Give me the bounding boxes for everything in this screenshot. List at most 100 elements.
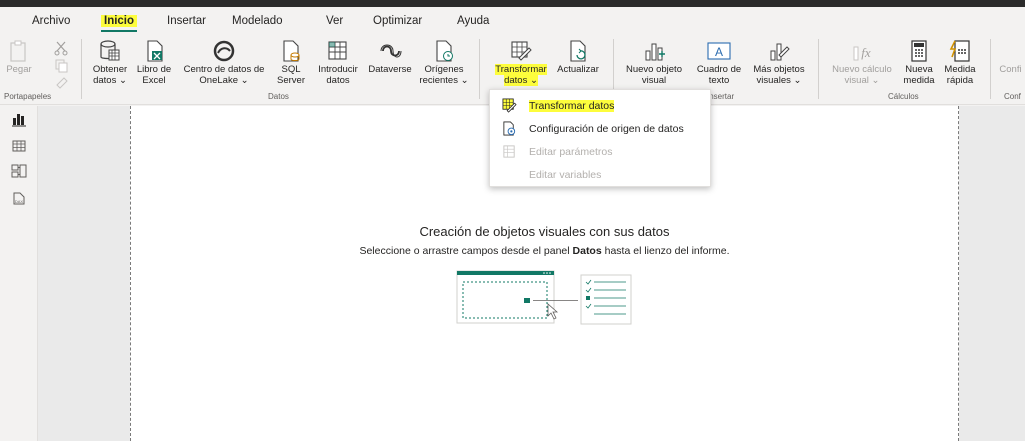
transform-data-label-1: Transformar (495, 64, 547, 75)
text-box-label-2: texto (708, 75, 730, 86)
quick-measure-label-1: Medida (944, 64, 976, 75)
text-box-button[interactable]: A Cuadro de texto (690, 37, 748, 89)
tab-ayuda[interactable]: Ayuda (457, 15, 489, 27)
dax-query-view-icon[interactable]: DAX (11, 190, 27, 206)
enter-data-button[interactable]: Introducir datos (312, 37, 364, 89)
config-label: Confi (999, 64, 1022, 75)
new-calc-label-2: visual ⌄ (844, 75, 880, 86)
refresh-button[interactable]: Actualizar (554, 37, 602, 89)
empty-state-subtitle: Seleccione o arrastre campos desde el pa… (131, 245, 958, 257)
dataverse-label: Dataverse (368, 64, 412, 75)
onelake-label-2: OneLake ⌄ (199, 75, 249, 86)
model-view-icon[interactable] (11, 163, 27, 179)
database-icon (88, 37, 132, 64)
new-measure-label-2: medida (903, 75, 935, 86)
menu-item-edit-variables-label: Editar variables (529, 169, 602, 181)
menu-item-edit-parameters[interactable]: Editar parámetros (490, 141, 710, 163)
visual-calc-icon: fx (826, 37, 898, 64)
config-button[interactable]: Confi (996, 37, 1025, 89)
menu-item-edit-variables[interactable]: Editar variables (490, 164, 710, 186)
quick-measure-icon (940, 37, 980, 64)
group-label-config: Conf (1004, 92, 1021, 101)
tab-archivo[interactable]: Archivo (32, 15, 70, 27)
clipboard-small-actions (52, 39, 70, 91)
report-view-icon[interactable] (11, 111, 27, 127)
more-visuals-icon (748, 37, 810, 64)
group-label-portapapeles: Portapapeles (4, 92, 52, 101)
tab-inicio-label: Inicio (101, 15, 138, 27)
subtitle-text-1: Seleccione o arrastre campos desde el pa… (359, 245, 573, 257)
active-tab-indicator (101, 30, 138, 32)
tab-ver[interactable]: Ver (326, 15, 343, 27)
transform-data-label-2: datos ⌄ (504, 75, 538, 86)
table-icon (312, 37, 364, 64)
table-view-icon[interactable] (11, 138, 27, 154)
bar-chart-icon (620, 37, 688, 64)
sql-server-icon (272, 37, 310, 64)
group-separator (818, 39, 819, 99)
more-visuals-button[interactable]: Más objetos visuales ⌄ (748, 37, 810, 89)
view-switcher-rail: DAX (0, 106, 38, 441)
onelake-hub-button[interactable]: Centro de datos de OneLake ⌄ (176, 37, 272, 89)
recent-sources-icon (416, 37, 472, 64)
svg-text:fx: fx (861, 45, 871, 60)
subtitle-bold: Datos (572, 245, 602, 257)
text-box-label-1: Cuadro de (696, 64, 742, 75)
group-separator (479, 39, 480, 99)
menu-item-transform-data-label: Transformar datos (529, 100, 615, 112)
tab-inicio[interactable]: Inicio (101, 15, 138, 32)
excel-workbook-button[interactable]: Libro de Excel (132, 37, 176, 89)
new-visual-button[interactable]: Nuevo objeto visual (620, 37, 688, 89)
tab-optimizar[interactable]: Optimizar (373, 15, 422, 27)
paste-icon (4, 37, 34, 64)
tab-insertar[interactable]: Insertar (167, 15, 206, 27)
onelake-icon (176, 37, 272, 64)
config-icon (996, 37, 1025, 64)
quick-measure-label-2: rápida (946, 75, 974, 86)
recent-sources-button[interactable]: Orígenes recientes ⌄ (416, 37, 472, 89)
excel-icon (132, 37, 176, 64)
get-data-label-1: Obtener (92, 64, 128, 75)
get-data-button[interactable]: Obtener datos ⌄ (88, 37, 132, 89)
empty-state-title: Creación de objetos visuales con sus dat… (419, 224, 670, 239)
menu-item-transform-data[interactable]: Transformar datos (490, 95, 710, 117)
refresh-icon (554, 37, 602, 64)
transform-data-button[interactable]: Transformar datos ⌄ (490, 37, 552, 89)
tab-modelado[interactable]: Modelado (232, 15, 283, 27)
dataverse-button[interactable]: Dataverse (364, 37, 416, 89)
new-measure-label-1: Nueva (905, 64, 933, 75)
sql-label-2: Server (277, 75, 305, 86)
enter-data-label-1: Introducir (318, 64, 358, 75)
subtitle-text-2: hasta el lienzo del informe. (601, 245, 730, 257)
dataverse-icon (364, 37, 416, 64)
drag-fields-illustration (456, 270, 632, 325)
paste-button[interactable]: Pegar (4, 37, 34, 89)
svg-text:A: A (715, 45, 723, 59)
more-visuals-label-2: visuales ⌄ (756, 75, 802, 86)
title-bar (0, 0, 1025, 7)
new-visual-calc-button[interactable]: fx Nuevo cálculo visual ⌄ (826, 37, 898, 89)
excel-label-1: Libro de (136, 64, 172, 75)
group-label-datos: Datos (268, 92, 289, 101)
new-measure-button[interactable]: Nueva medida (898, 37, 940, 89)
recent-label-2: recientes ⌄ (419, 75, 469, 86)
new-visual-label-2: visual (641, 75, 667, 86)
menu-item-data-source-settings-label: Configuración de origen de datos (529, 123, 684, 135)
sql-label-1: SQL (281, 64, 301, 75)
sql-server-button[interactable]: SQL Server (272, 37, 310, 89)
refresh-label: Actualizar (557, 64, 599, 75)
calculator-icon (898, 37, 940, 64)
svg-text:DAX: DAX (15, 199, 24, 204)
onelake-label-1: Centro de datos de (183, 64, 265, 75)
paste-label: Pegar (6, 64, 32, 75)
new-visual-label-1: Nuevo objeto (626, 64, 682, 75)
quick-measure-button[interactable]: Medida rápida (940, 37, 980, 89)
edit-parameters-icon (503, 145, 515, 158)
cut-copy-format-icons[interactable] (52, 39, 70, 91)
group-separator (81, 39, 82, 99)
menu-bar: Archivo Inicio Insertar Modelado Ver Opt… (0, 7, 1025, 35)
more-visuals-label-1: Más objetos (753, 64, 805, 75)
menu-item-data-source-settings[interactable]: Configuración de origen de datos (490, 118, 710, 140)
text-box-icon: A (690, 37, 748, 64)
enter-data-label-2: datos (326, 75, 350, 86)
